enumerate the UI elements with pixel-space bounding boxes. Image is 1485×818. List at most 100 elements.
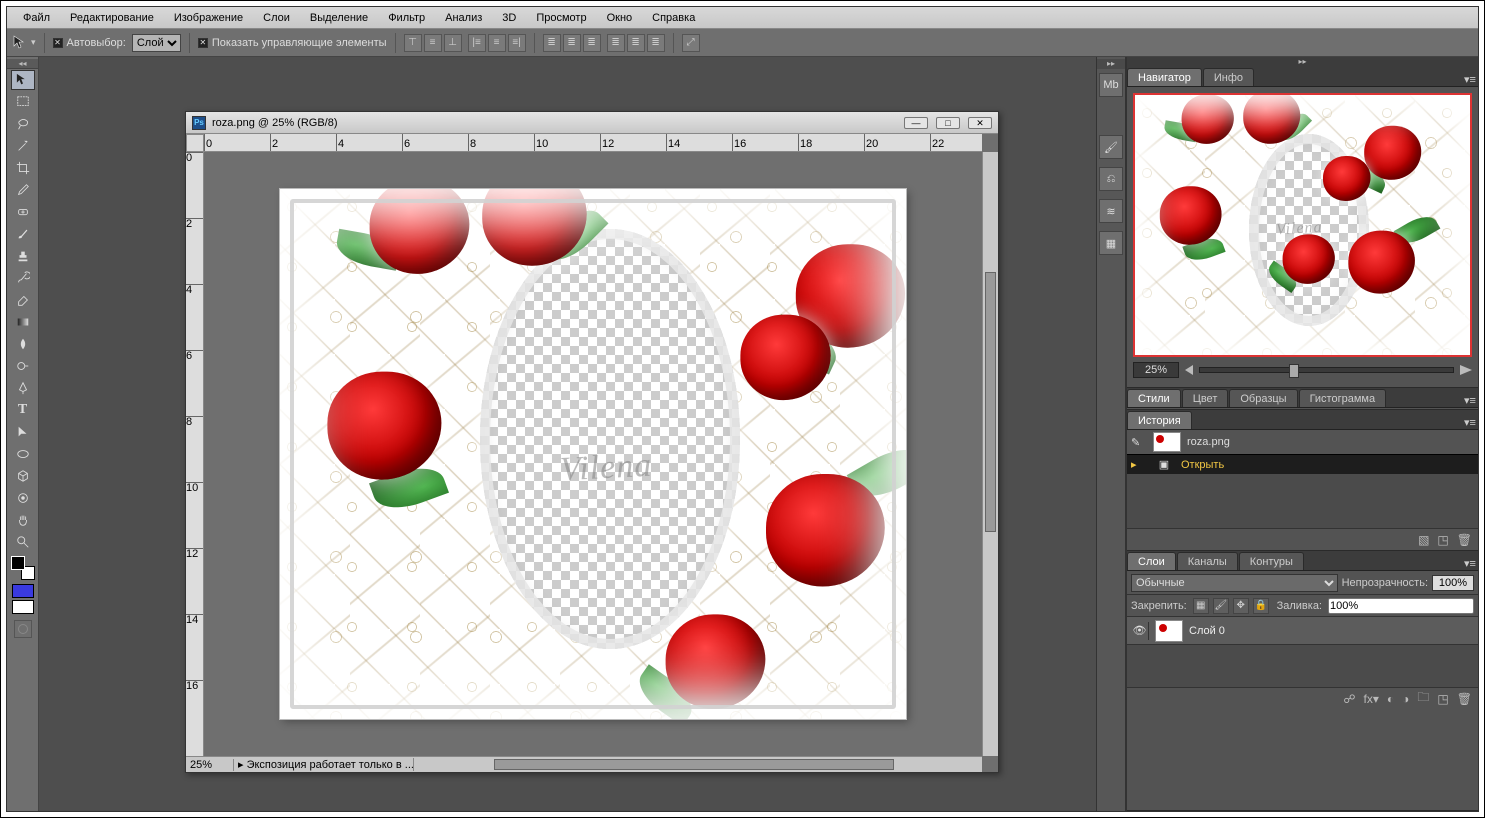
align-bottom-icon[interactable]: ⊥	[444, 34, 462, 52]
wand-tool[interactable]	[11, 136, 35, 156]
scrollbar-horizontal[interactable]	[414, 757, 982, 772]
tab-navigator[interactable]: Навигатор	[1127, 68, 1202, 86]
dist-right-icon[interactable]: ≣	[647, 34, 665, 52]
autoselect-dropdown[interactable]: Слой	[132, 34, 181, 52]
lasso-tool[interactable]	[11, 114, 35, 134]
layer-visibility-icon[interactable]: 👁	[1131, 622, 1149, 640]
dodge-tool[interactable]	[11, 356, 35, 376]
pen-tool[interactable]	[11, 378, 35, 398]
navigator-zoom-input[interactable]	[1133, 362, 1179, 378]
panel-menu-icon[interactable]: ▾≡	[1462, 73, 1478, 86]
dist-top-icon[interactable]: ≣	[543, 34, 561, 52]
type-tool[interactable]: T	[11, 400, 35, 420]
new-layer-icon[interactable]: ◳	[1437, 692, 1448, 706]
crop-tool[interactable]	[11, 158, 35, 178]
tab-paths[interactable]: Контуры	[1239, 552, 1304, 570]
history-snapshot[interactable]: ✎ roza.png	[1127, 430, 1478, 454]
dock-brush-icon[interactable]: 🖌	[1099, 135, 1123, 159]
ruler-horizontal[interactable]: 0 2 4 6 8 10 12 14 16 18 20 22	[204, 134, 982, 152]
menu-edit[interactable]: Редактирование	[62, 10, 162, 26]
link-layers-icon[interactable]: ☍	[1343, 692, 1355, 706]
dock-brushpreset-icon[interactable]: ≋	[1099, 199, 1123, 223]
history-new-doc-icon[interactable]: ▧	[1418, 533, 1429, 547]
path-select-tool[interactable]	[11, 422, 35, 442]
background-color[interactable]	[12, 600, 34, 614]
tab-color[interactable]: Цвет	[1182, 389, 1229, 407]
eraser-tool[interactable]	[11, 290, 35, 310]
menu-image[interactable]: Изображение	[166, 10, 251, 26]
foreground-color[interactable]	[12, 584, 34, 598]
history-delete-icon[interactable]: 🗑	[1457, 533, 1472, 547]
shape-tool[interactable]	[11, 444, 35, 464]
scrollbar-vertical[interactable]	[982, 152, 998, 756]
menu-layers[interactable]: Слои	[255, 10, 298, 26]
tab-swatches[interactable]: Образцы	[1229, 389, 1297, 407]
layer-mask-icon[interactable]: ◐	[1387, 692, 1394, 706]
panel-menu-icon[interactable]: ▾≡	[1462, 557, 1478, 570]
navigator-zoom-slider[interactable]	[1199, 367, 1454, 373]
zoom-tool[interactable]	[11, 532, 35, 552]
menu-filter[interactable]: Фильтр	[380, 10, 433, 26]
navigator-preview[interactable]: Vilena	[1133, 93, 1472, 357]
eyedropper-tool[interactable]	[11, 180, 35, 200]
brush-tool[interactable]	[11, 224, 35, 244]
auto-align-icon[interactable]: ⤢	[682, 34, 700, 52]
status-text[interactable]: ▸ Экспозиция работает только в ... ▸	[234, 758, 414, 771]
dist-bottom-icon[interactable]: ≣	[583, 34, 601, 52]
align-left-icon[interactable]: |≡	[468, 34, 486, 52]
delete-layer-icon[interactable]: 🗑	[1457, 692, 1472, 706]
tab-channels[interactable]: Каналы	[1177, 552, 1238, 570]
history-brush-tool[interactable]	[11, 268, 35, 288]
layer-group-icon[interactable]: 🗀	[1417, 688, 1429, 709]
tab-histogram[interactable]: Гистограмма	[1299, 389, 1387, 407]
document-titlebar[interactable]: Ps roza.png @ 25% (RGB/8) — □ ✕	[186, 112, 998, 134]
gradient-tool[interactable]	[11, 312, 35, 332]
dist-hcenter-icon[interactable]: ≣	[627, 34, 645, 52]
zoom-field[interactable]: 25%	[186, 759, 234, 771]
window-maximize-icon[interactable]: □	[936, 117, 960, 129]
3d-tool[interactable]	[11, 466, 35, 486]
zoom-out-icon[interactable]	[1185, 365, 1193, 375]
quick-mask-toggle[interactable]	[14, 620, 32, 638]
layer-item[interactable]: 👁 Слой 0	[1127, 617, 1478, 645]
panel-menu-icon[interactable]: ▾≡	[1462, 416, 1478, 429]
canvas-viewport[interactable]: Vilena	[204, 152, 982, 756]
menu-analysis[interactable]: Анализ	[437, 10, 490, 26]
history-step-open[interactable]: ▸ ▣ Открыть	[1127, 454, 1478, 474]
3d-camera-tool[interactable]	[11, 488, 35, 508]
tab-info[interactable]: Инфо	[1203, 68, 1254, 86]
layer-name[interactable]: Слой 0	[1189, 625, 1225, 637]
zoom-in-icon[interactable]	[1460, 365, 1472, 375]
menu-help[interactable]: Справка	[644, 10, 703, 26]
adjustment-layer-icon[interactable]: ◑	[1402, 692, 1409, 706]
stamp-tool[interactable]	[11, 246, 35, 266]
marquee-tool[interactable]	[11, 92, 35, 112]
show-controls-checkbox[interactable]: Показать управляющие элементы	[198, 37, 387, 49]
blend-mode-dropdown[interactable]: Обычные	[1131, 574, 1338, 592]
dock-clone-icon[interactable]: ⎌	[1099, 167, 1123, 191]
align-right-icon[interactable]: ≡|	[508, 34, 526, 52]
lock-position-icon[interactable]: ✥	[1233, 598, 1249, 614]
layer-fx-icon[interactable]: fx▾	[1364, 692, 1379, 706]
lock-pixels-icon[interactable]: 🖌	[1213, 598, 1229, 614]
healing-tool[interactable]	[11, 202, 35, 222]
dist-vcenter-icon[interactable]: ≣	[563, 34, 581, 52]
opacity-input[interactable]	[1432, 575, 1474, 591]
panel-menu-icon[interactable]: ▾≡	[1462, 394, 1478, 407]
window-close-icon[interactable]: ✕	[968, 117, 992, 129]
move-tool[interactable]	[11, 70, 35, 90]
tab-layers[interactable]: Слои	[1127, 552, 1176, 570]
align-top-icon[interactable]: ⊤	[404, 34, 422, 52]
autoselect-checkbox[interactable]: Автовыбор:	[53, 37, 126, 49]
hand-tool[interactable]	[11, 510, 35, 530]
dock-minibridge-icon[interactable]: Mb	[1099, 73, 1123, 97]
tab-history[interactable]: История	[1127, 411, 1192, 429]
menu-3d[interactable]: 3D	[494, 10, 524, 26]
lock-transparent-icon[interactable]: ▦	[1193, 598, 1209, 614]
dist-left-icon[interactable]: ≣	[607, 34, 625, 52]
tab-styles[interactable]: Стили	[1127, 389, 1181, 407]
menu-file[interactable]: Файл	[15, 10, 58, 26]
ruler-vertical[interactable]: 0 2 4 6 8 10 12 14 16	[186, 152, 204, 756]
dock-collapse[interactable]: ▸▸	[1097, 59, 1125, 69]
menu-view[interactable]: Просмотр	[528, 10, 594, 26]
